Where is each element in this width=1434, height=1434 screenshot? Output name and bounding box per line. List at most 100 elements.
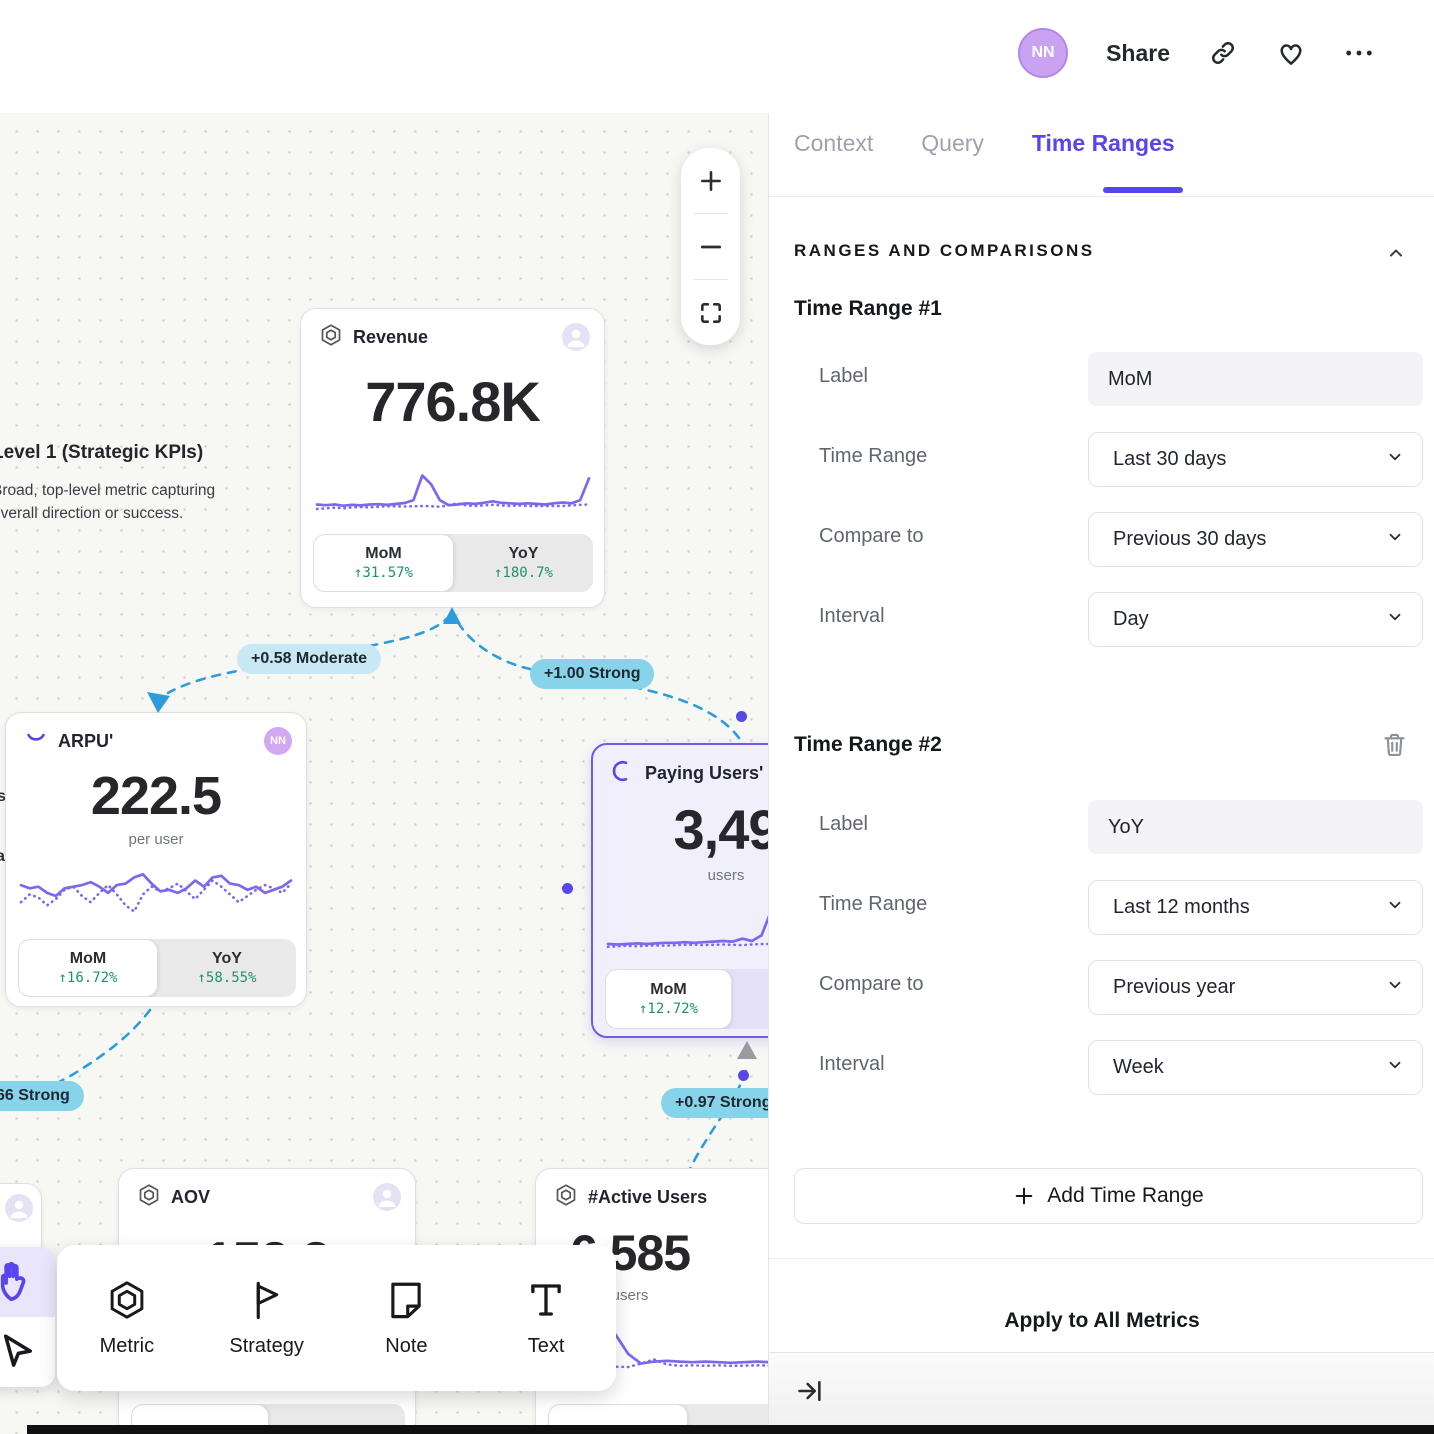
card-title: AOV	[171, 1187, 210, 1208]
copy-link-icon[interactable]	[1208, 38, 1238, 68]
metric-value: 222.5	[6, 765, 306, 827]
toggle-mom[interactable]: MoM ↑12.72%	[605, 969, 732, 1029]
field-label: Interval	[819, 1053, 885, 1076]
panel-tabs: Context Query Time Ranges	[794, 130, 1175, 167]
hand-tool[interactable]	[0, 1247, 55, 1317]
metric-hexagon-icon	[554, 1183, 578, 1212]
metric-card-arpu[interactable]: ARPU' NN 222.5 per user MoM ↑16.72% YoY …	[5, 712, 307, 1007]
correlation-badge[interactable]: +0.58 Moderate	[237, 644, 381, 674]
owner-avatar-icon	[5, 1194, 33, 1222]
screen-edge-bar	[27, 1425, 1434, 1434]
compare-to-select[interactable]: Previous 30 days	[1088, 512, 1423, 567]
correlation-badge[interactable]: +1.00 Strong	[530, 659, 654, 689]
time-range-2-title: Time Range #2	[794, 733, 942, 757]
label-input[interactable]: MoM	[1088, 352, 1423, 406]
metric-unit: users	[593, 867, 768, 884]
time-range-toggle[interactable]: MoM ↑12.72%	[605, 969, 768, 1029]
note-tool[interactable]: Note	[337, 1245, 477, 1391]
apply-all-metrics-button[interactable]: Apply to All Metrics	[769, 1309, 1434, 1333]
sparkline-chart	[19, 863, 293, 929]
toggle-mom[interactable]: MoM ↑31.57%	[313, 534, 454, 592]
zoom-controls	[681, 148, 740, 345]
time-range-select[interactable]: Last 30 days	[1088, 432, 1423, 487]
tab-time-ranges[interactable]: Time Ranges	[1032, 130, 1175, 167]
canvas-toolbar: Metric Strategy Note Text	[57, 1245, 616, 1391]
chevron-down-icon	[1386, 448, 1404, 472]
strategy-tool[interactable]: Strategy	[197, 1245, 337, 1391]
field-label: Compare to	[819, 973, 924, 996]
tab-query[interactable]: Query	[921, 130, 984, 167]
tab-context[interactable]: Context	[794, 130, 873, 167]
divider	[769, 196, 1434, 197]
tool-label: Metric	[100, 1335, 154, 1358]
fit-view-button[interactable]	[681, 280, 740, 345]
collaborator-badge: NN	[264, 727, 292, 755]
metric-value: 3,49	[593, 797, 768, 862]
user-avatar[interactable]: NN	[1018, 28, 1068, 78]
share-button[interactable]: Share	[1106, 40, 1170, 67]
card-title: Paying Users'	[645, 763, 763, 784]
field-label: Interval	[819, 605, 885, 628]
connector-handle-dot[interactable]	[562, 883, 573, 894]
tool-label: Note	[385, 1335, 427, 1358]
chevron-down-icon	[1386, 528, 1404, 552]
label-input[interactable]: YoY	[1088, 800, 1423, 854]
metric-hexagon-icon	[319, 323, 343, 352]
toggle-yoy[interactable]: YoY ↑58.55%	[158, 939, 296, 997]
field-label: Label	[819, 365, 868, 388]
zoom-in-button[interactable]	[681, 148, 740, 213]
chevron-down-icon	[1386, 976, 1404, 1000]
chevron-down-icon	[1386, 896, 1404, 920]
sparkline-chart	[315, 459, 591, 521]
metric-unit: per user	[6, 831, 306, 848]
collapse-section-icon[interactable]	[1386, 243, 1406, 268]
field-label: Time Range	[819, 893, 927, 916]
metric-tool[interactable]: Metric	[57, 1245, 197, 1391]
interval-select[interactable]: Week	[1088, 1040, 1423, 1095]
compare-to-select[interactable]: Previous year	[1088, 960, 1423, 1015]
field-label: Compare to	[819, 525, 924, 548]
metric-hexagon-icon	[137, 1183, 161, 1212]
select-cursor-tool[interactable]	[0, 1317, 55, 1387]
time-range-toggle[interactable]: MoM ↑16.72% YoY ↑58.55%	[18, 939, 296, 997]
time-range-select[interactable]: Last 12 months	[1088, 880, 1423, 935]
connector-handle-dot[interactable]	[736, 711, 747, 722]
collapse-panel-icon[interactable]	[796, 1377, 824, 1410]
time-range-1-title: Time Range #1	[794, 297, 942, 321]
metric-tree-canvas[interactable]: Level 1 (Strategic KPIs) Broad, top-leve…	[0, 113, 768, 1434]
plus-icon	[1013, 1185, 1035, 1207]
card-title: Revenue	[353, 327, 428, 348]
metric-card-paying-users[interactable]: Paying Users' 3,49 users MoM ↑12.72%	[591, 743, 768, 1038]
top-bar: NN Share	[0, 0, 1434, 113]
interval-select[interactable]: Day	[1088, 592, 1423, 647]
add-time-range-button[interactable]: Add Time Range	[794, 1168, 1423, 1224]
active-tab-indicator	[1103, 187, 1183, 193]
zoom-out-button[interactable]	[681, 214, 740, 279]
tool-label: Strategy	[229, 1335, 303, 1358]
toggle-yoy[interactable]: YoY ↑180.7%	[454, 534, 593, 592]
toggle-mom[interactable]: MoM ↑16.72%	[18, 939, 158, 997]
metric-arc-icon	[24, 727, 48, 756]
delete-time-range-icon[interactable]	[1381, 731, 1408, 763]
metric-value: 776.8K	[301, 369, 604, 434]
field-label: Time Range	[819, 445, 927, 468]
time-range-toggle[interactable]: MoM ↑31.57% YoY ↑180.7%	[313, 534, 593, 592]
connector-handle-dot[interactable]	[738, 1070, 749, 1081]
sparkline-chart	[606, 897, 768, 959]
card-title: ARPU'	[58, 731, 113, 752]
divider	[769, 1258, 1434, 1259]
toggle-yoy[interactable]	[732, 969, 768, 1029]
card-title: #Active Users	[588, 1187, 707, 1208]
favorite-heart-icon[interactable]	[1276, 38, 1306, 68]
metric-card-revenue[interactable]: Revenue 776.8K MoM ↑31.57% YoY ↑180.7%	[300, 308, 605, 608]
correlation-badge[interactable]: 66 Strong	[0, 1081, 84, 1111]
cursor-tool-panel	[0, 1247, 55, 1387]
chevron-down-icon	[1386, 608, 1404, 632]
text-tool[interactable]: Text	[476, 1245, 616, 1391]
chevron-down-icon	[1386, 1056, 1404, 1080]
settings-panel: Context Query Time Ranges RANGES AND COM…	[768, 113, 1434, 1434]
more-options-icon[interactable]	[1344, 38, 1374, 68]
correlation-badge[interactable]: +0.97 Strong	[661, 1088, 768, 1118]
section-header[interactable]: RANGES AND COMPARISONS	[794, 241, 1095, 261]
panel-footer	[769, 1352, 1434, 1434]
